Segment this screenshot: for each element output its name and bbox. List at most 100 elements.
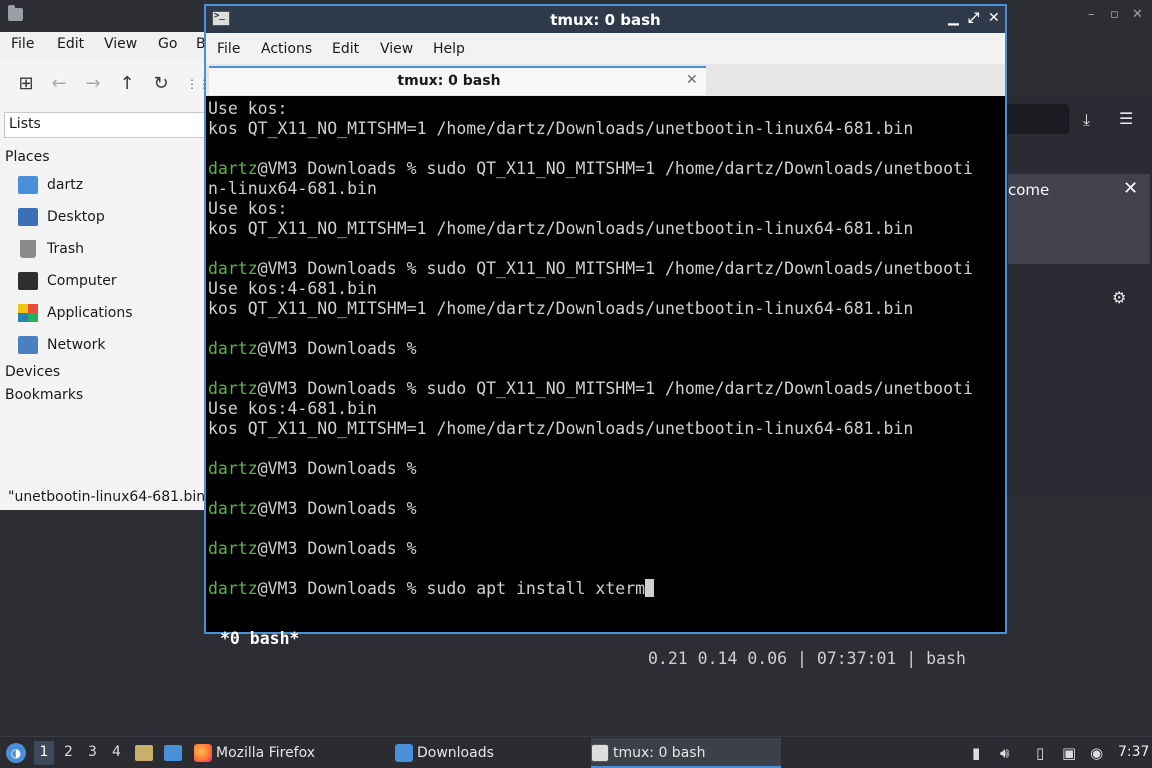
new-tab-icon[interactable]: ⊞	[14, 72, 38, 96]
prompt-user: dartz	[208, 379, 258, 398]
task-label: tmux: 0 bash	[613, 745, 706, 761]
welcome-text: come	[1008, 181, 1050, 199]
applications-icon	[18, 304, 38, 322]
place-computer[interactable]: Computer	[18, 269, 206, 295]
restore-icon[interactable]: ⤢	[968, 10, 979, 26]
line-text: @VM3 Downloads % sudo QT_X11_NO_MITSHM=1…	[257, 159, 973, 178]
terminal-titlebar[interactable]: tmux: 0 bash ▁ ⤢ ✕	[206, 6, 1005, 33]
terminal-line: dartz@VM3 Downloads % sudo QT_X11_NO_MIT…	[208, 159, 973, 179]
place-label: Desktop	[47, 209, 105, 225]
line-text: kos QT_X11_NO_MITSHM=1 /home/dartz/Downl…	[208, 119, 914, 138]
up-icon[interactable]: ↑	[115, 72, 139, 96]
close-icon[interactable]: ✕	[1132, 7, 1143, 22]
forward-icon[interactable]: →	[81, 72, 105, 96]
prompt-user: dartz	[208, 499, 258, 518]
side-pane-selector[interactable]: Lists	[4, 112, 206, 138]
back-icon[interactable]: ←	[47, 72, 71, 96]
terminal-line: kos QT_X11_NO_MITSHM=1 /home/dartz/Downl…	[208, 419, 913, 439]
devices-header[interactable]: Devices	[5, 364, 60, 380]
menu-file[interactable]: File	[11, 36, 34, 52]
maximize-icon[interactable]: ▫	[1110, 7, 1119, 22]
home-folder-icon	[18, 176, 38, 194]
menu-view[interactable]: View	[104, 36, 137, 52]
tmux-status-right: 0.21 0.14 0.06 | 07:37:01 | bash	[648, 649, 966, 668]
terminal-line: Use kos:4-681.bin	[208, 399, 377, 419]
menu-file[interactable]: File	[217, 41, 240, 57]
places-header[interactable]: Places	[5, 149, 50, 165]
workspace-1[interactable]: 1	[34, 741, 54, 765]
tab-close-icon[interactable]: ✕	[686, 72, 698, 88]
place-home[interactable]: dartz	[18, 173, 206, 199]
computer-icon	[18, 272, 38, 290]
settings-gear-icon[interactable]: ⚙	[1112, 288, 1126, 307]
terminal-line: Use kos:	[208, 99, 287, 119]
line-text: kos QT_X11_NO_MITSHM=1 /home/dartz/Downl…	[208, 419, 914, 438]
reload-icon[interactable]: ↻	[149, 72, 173, 96]
url-bar[interactable]	[1005, 104, 1069, 134]
place-desktop[interactable]: Desktop	[18, 205, 206, 231]
terminal-output[interactable]: dartz@VM3 Downloads % sudo apt install x…	[208, 98, 1003, 668]
menu-view[interactable]: View	[380, 41, 413, 57]
terminal-icon	[591, 744, 609, 762]
minimize-icon[interactable]: ▁	[948, 10, 959, 26]
place-network[interactable]: Network	[18, 333, 206, 359]
firefox-icon	[194, 744, 212, 762]
place-label: Trash	[47, 241, 84, 257]
line-text: @VM3 Downloads %	[257, 499, 417, 518]
place-applications[interactable]: Applications	[18, 301, 206, 327]
file-manager-launcher-icon[interactable]	[135, 745, 153, 761]
close-icon[interactable]: ✕	[1123, 178, 1138, 199]
volume-icon[interactable]: 🔊︎	[1000, 744, 1009, 762]
menu-edit[interactable]: Edit	[57, 36, 84, 52]
task-terminal[interactable]: tmux: 0 bash	[591, 738, 781, 768]
menu-icon[interactable]: ☰	[1119, 109, 1133, 128]
app-menu-icon[interactable]: ◑	[6, 743, 26, 763]
firefox-window: ⤓ ☰ come ✕ ⚙	[1005, 96, 1152, 496]
bookmarks-header[interactable]: Bookmarks	[5, 387, 83, 403]
minimize-icon[interactable]: –	[1088, 7, 1095, 22]
menu-go[interactable]: Go	[158, 36, 177, 52]
show-desktop-icon[interactable]	[164, 745, 182, 761]
task-label: Mozilla Firefox	[216, 745, 316, 761]
terminal-tabbar: tmux: 0 bash ✕	[206, 64, 1005, 96]
place-label: dartz	[47, 177, 84, 193]
task-firefox[interactable]: Mozilla Firefox	[194, 738, 384, 768]
menu-edit[interactable]: Edit	[332, 41, 359, 57]
terminal-line: Use kos:4-681.bin	[208, 279, 377, 299]
line-text: @VM3 Downloads %	[257, 339, 417, 358]
file-manager-toolbar: ⊞ ← → ↑ ↻ ⋮⋮	[0, 64, 210, 104]
downloads-icon[interactable]: ⤓	[1083, 110, 1090, 130]
task-downloads[interactable]: Downloads	[395, 738, 585, 768]
menu-actions[interactable]: Actions	[261, 41, 312, 57]
workspace-2[interactable]: 2	[64, 744, 73, 760]
line-text: Use kos:	[208, 99, 288, 118]
line-text: Use kos:	[208, 199, 288, 218]
place-trash[interactable]: Trash	[18, 237, 206, 263]
terminal-line: kos QT_X11_NO_MITSHM=1 /home/dartz/Downl…	[208, 119, 913, 139]
close-icon[interactable]: ✕	[988, 10, 1000, 26]
terminal-line: dartz@VM3 Downloads % sudo apt install x…	[208, 579, 655, 599]
clipboard-icon[interactable]: ▮	[972, 744, 980, 762]
workspace-3[interactable]: 3	[88, 744, 97, 760]
terminal-line: kos QT_X11_NO_MITSHM=1 /home/dartz/Downl…	[208, 299, 913, 319]
update-icon[interactable]: ◉	[1090, 744, 1103, 762]
terminal-line: dartz@VM3 Downloads %	[208, 459, 417, 479]
terminal-menubar: File Actions Edit View Help	[206, 33, 1005, 64]
workspace-4[interactable]: 4	[112, 744, 121, 760]
terminal-line: Use kos:	[208, 199, 287, 219]
tab-tmux-bash[interactable]: tmux: 0 bash ✕	[209, 66, 706, 95]
line-text: Use kos:4-681.bin	[208, 399, 377, 418]
prompt-user: dartz	[208, 259, 258, 278]
notes-icon[interactable]: ▯	[1036, 744, 1044, 762]
terminal-window: tmux: 0 bash ▁ ⤢ ✕ File Actions Edit Vie…	[204, 4, 1007, 668]
prompt-user: dartz	[208, 539, 258, 558]
line-text: Use kos:4-681.bin	[208, 279, 377, 298]
taskbar: ◑ 1 2 3 4 Mozilla Firefox Downloads tmux…	[0, 736, 1152, 768]
welcome-panel: come ✕	[1008, 174, 1150, 264]
terminal-line: dartz@VM3 Downloads %	[208, 339, 417, 359]
network-tray-icon[interactable]: ▣	[1062, 744, 1076, 762]
line-text: @VM3 Downloads %	[257, 539, 417, 558]
tmux-status-line: *0 bash* 0.21 0.14 0.06 | 07:37:01 | bas…	[208, 609, 1003, 668]
menu-help[interactable]: Help	[433, 41, 465, 57]
line-text: kos QT_X11_NO_MITSHM=1 /home/dartz/Downl…	[208, 299, 914, 318]
